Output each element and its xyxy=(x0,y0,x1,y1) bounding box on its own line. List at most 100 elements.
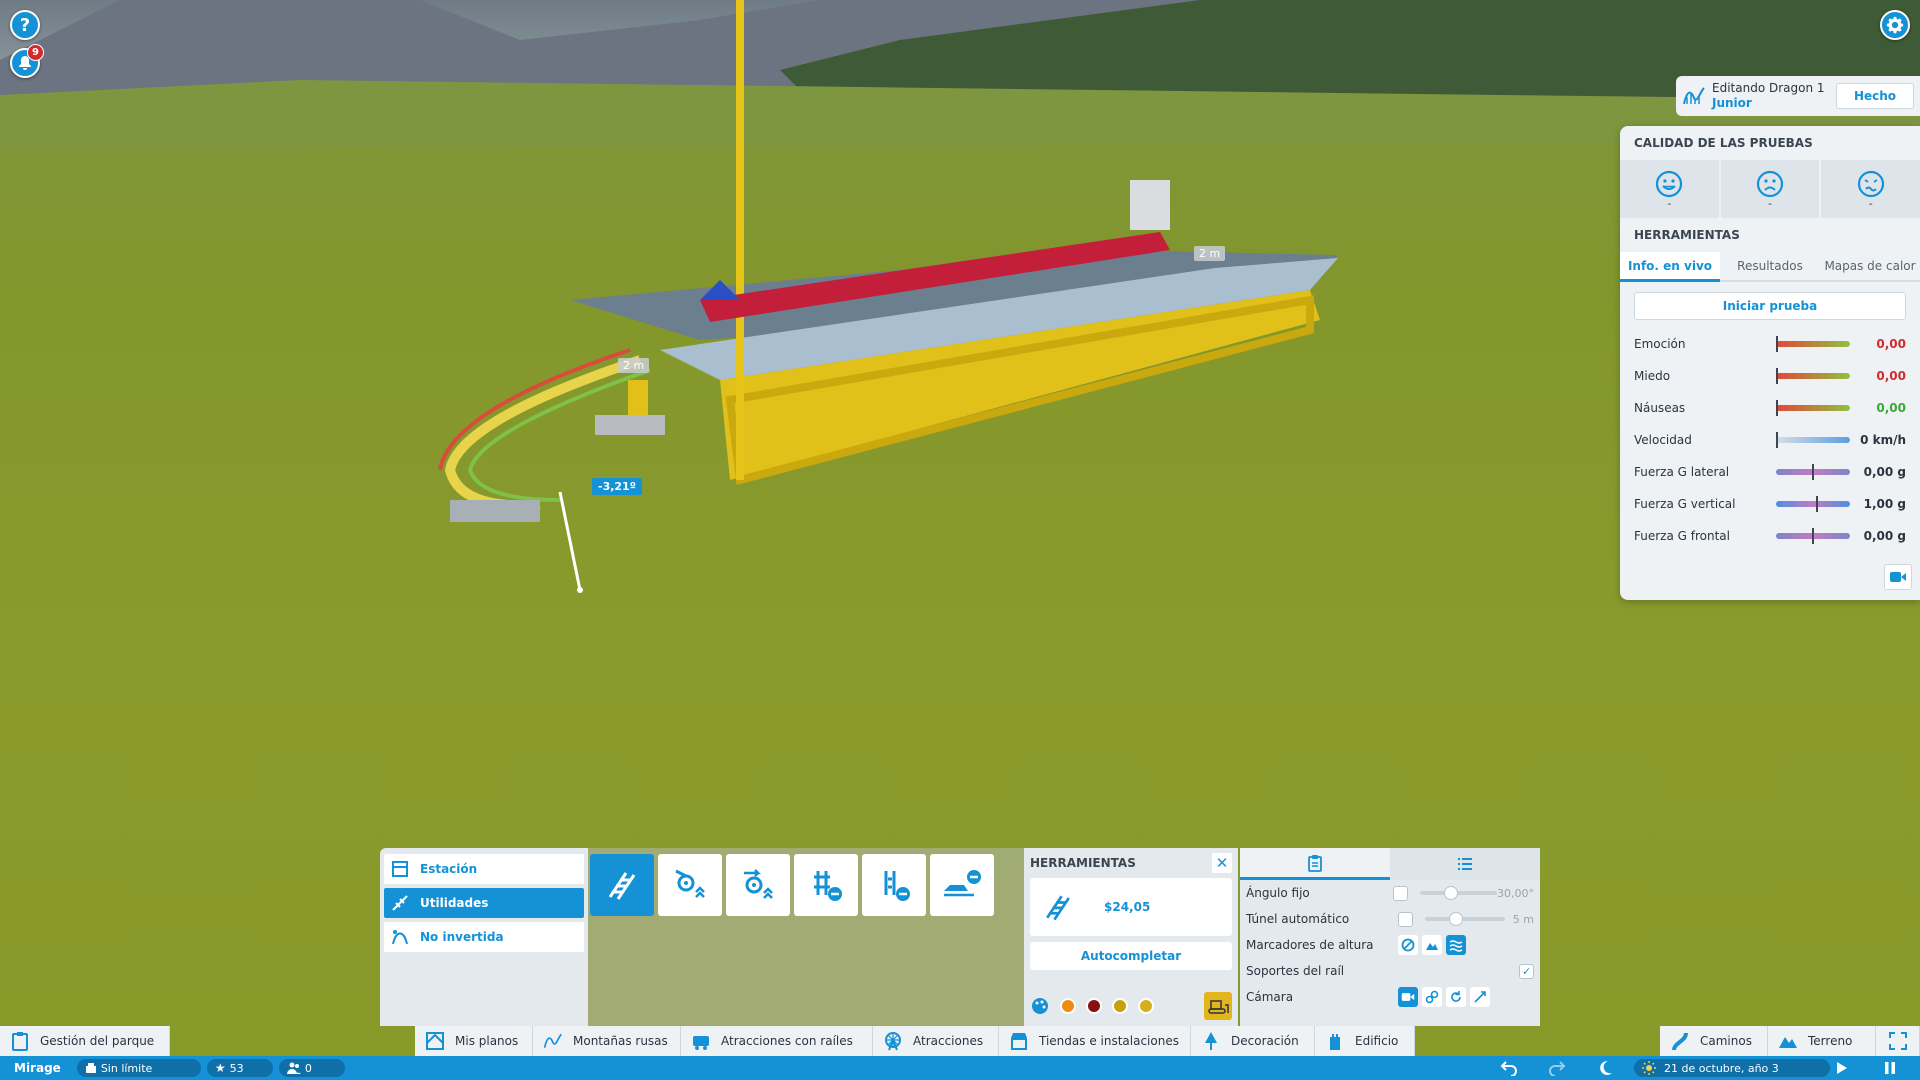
redo-icon[interactable] xyxy=(1548,1060,1566,1076)
shops-facilities-button[interactable]: Tiendas e instalaciones xyxy=(999,1026,1191,1056)
height-markers-terrain-button[interactable] xyxy=(1422,935,1442,955)
non-inverted-icon xyxy=(392,930,408,945)
stat-label: Emoción xyxy=(1634,337,1686,351)
fixed-angle-checkbox[interactable] xyxy=(1393,885,1408,901)
park-rating-pill[interactable]: ★ 53 xyxy=(206,1059,273,1077)
height-markers-water-button[interactable] xyxy=(1446,935,1466,955)
height-markers-off-button[interactable] xyxy=(1398,935,1418,955)
my-blueprints-button[interactable]: Mis planos xyxy=(415,1026,533,1056)
building-button[interactable]: Edificio xyxy=(1315,1026,1415,1056)
selected-piece-card[interactable]: $24,05 xyxy=(1030,878,1232,936)
stat-bar xyxy=(1776,400,1850,416)
tab-list[interactable] xyxy=(1390,848,1540,880)
close-tools-button[interactable]: ✕ xyxy=(1212,853,1232,873)
tab-clipboard[interactable] xyxy=(1240,848,1390,880)
option-height-markers: Marcadores de altura xyxy=(1240,932,1540,958)
guest-count-value: 0 xyxy=(304,1061,312,1075)
fixed-angle-slider[interactable] xyxy=(1419,886,1497,900)
tools-panel-title: HERRAMIENTAS xyxy=(1030,856,1136,870)
terrain-button[interactable]: Terreno xyxy=(1768,1026,1876,1056)
paths-button[interactable]: Caminos xyxy=(1660,1026,1768,1056)
distance-label: 2 m xyxy=(1194,246,1226,261)
autocomplete-button[interactable]: Autocompletar xyxy=(1030,942,1232,970)
gear-icon xyxy=(1886,16,1904,34)
track-rides-button[interactable]: Atracciones con raíles xyxy=(681,1026,873,1056)
settings-button[interactable] xyxy=(1880,10,1910,40)
decoration-button[interactable]: Decoración xyxy=(1191,1026,1315,1056)
option-value: 5 m xyxy=(1512,912,1534,926)
tab-results[interactable]: Resultados xyxy=(1720,252,1820,280)
tab-heatmaps[interactable]: Mapas de calor xyxy=(1820,252,1920,280)
live-stats-list: Emoción 0,00 Miedo 0,00 Náuseas 0,00 Veloci… xyxy=(1620,328,1920,552)
distance-label: 2 m xyxy=(618,358,650,373)
tools-section-title: HERRAMIENTAS xyxy=(1634,228,1740,242)
stat-marker xyxy=(1812,528,1814,544)
auto-tunnel-slider[interactable] xyxy=(1425,912,1505,926)
piece-price: $24,05 xyxy=(1104,900,1151,914)
camera-video-button[interactable] xyxy=(1398,987,1418,1007)
money-pill[interactable]: Sin límite xyxy=(76,1059,201,1077)
piece-booster-button[interactable] xyxy=(726,854,790,916)
color-swatch-2[interactable] xyxy=(1086,998,1102,1014)
palette-icon[interactable] xyxy=(1030,996,1050,1016)
guest-count-pill[interactable]: 0 xyxy=(278,1059,345,1077)
pause-icon[interactable] xyxy=(1884,1061,1896,1075)
piece-brake-remove-button[interactable] xyxy=(862,854,926,916)
piece-lift-hill-button[interactable] xyxy=(658,854,722,916)
category-non-inverted[interactable]: No invertida xyxy=(384,922,584,952)
shop-icon xyxy=(1011,1033,1027,1050)
undo-icon[interactable] xyxy=(1500,1060,1518,1076)
camera-link-button[interactable] xyxy=(1422,987,1442,1007)
camera-rotate-button[interactable] xyxy=(1446,987,1466,1007)
play-icon[interactable] xyxy=(1836,1061,1848,1075)
auto-tunnel-checkbox[interactable] xyxy=(1398,911,1413,927)
stat-marker xyxy=(1776,400,1778,416)
toolbar-label: Montañas rusas xyxy=(573,1034,668,1048)
color-swatch-4[interactable] xyxy=(1138,998,1154,1014)
option-value: 30,00° xyxy=(1497,886,1534,900)
stat-row: Emoción 0,00 xyxy=(1620,328,1920,360)
stat-bar xyxy=(1776,368,1850,384)
help-button[interactable]: ? xyxy=(10,10,40,40)
link-icon xyxy=(1425,990,1439,1004)
path-icon xyxy=(1672,1032,1688,1051)
day-night-icon[interactable] xyxy=(1596,1059,1614,1077)
blueprint-icon xyxy=(426,1032,444,1050)
track-piece-panel xyxy=(588,848,1024,1026)
notifications-button[interactable]: 9 xyxy=(10,44,44,78)
water-icon xyxy=(1449,940,1463,952)
brake-remove-icon xyxy=(884,871,910,901)
stat-value: 0,00 g xyxy=(1863,529,1906,543)
date-pill[interactable]: 21 de octubre, año 3 xyxy=(1634,1059,1830,1077)
slider-knob[interactable] xyxy=(1449,912,1463,926)
done-button[interactable]: Hecho xyxy=(1836,83,1914,109)
piece-block-brake-remove-button[interactable] xyxy=(794,854,858,916)
start-test-button[interactable]: Iniciar prueba xyxy=(1634,292,1906,320)
bulldozer-button[interactable] xyxy=(1204,992,1232,1020)
screenshot-mode-button[interactable] xyxy=(1876,1026,1920,1056)
scared-face-icon xyxy=(1756,170,1784,198)
camera-follow-button[interactable] xyxy=(1470,987,1490,1007)
stat-value: 0,00 g xyxy=(1863,465,1906,479)
tower-icon xyxy=(1330,1034,1340,1050)
piece-track-button[interactable] xyxy=(590,854,654,916)
category-station[interactable]: Estación xyxy=(384,854,584,884)
video-camera-icon xyxy=(1401,993,1415,1001)
ride-camera-button[interactable] xyxy=(1884,564,1912,590)
color-swatch-1[interactable] xyxy=(1060,998,1076,1014)
stat-marker xyxy=(1776,368,1778,384)
rides-button[interactable]: Atracciones xyxy=(873,1026,999,1056)
track-supports-checkbox[interactable]: ✓ xyxy=(1519,963,1534,979)
editing-ride-header: Editando Dragon 1 Junior Hecho xyxy=(1676,76,1920,116)
category-utilities[interactable]: Utilidades xyxy=(384,888,584,918)
stat-bar xyxy=(1776,496,1850,512)
tab-live-info[interactable]: Info. en vivo xyxy=(1620,252,1720,282)
park-name[interactable]: Mirage xyxy=(14,1061,61,1075)
stat-row: Velocidad 0 km/h xyxy=(1620,424,1920,456)
park-management-button[interactable]: Gestión del parque xyxy=(0,1026,170,1056)
option-camera: Cámara xyxy=(1240,984,1540,1010)
slider-knob[interactable] xyxy=(1443,886,1458,900)
roller-coasters-button[interactable]: Montañas rusas xyxy=(533,1026,681,1056)
color-swatch-3[interactable] xyxy=(1112,998,1128,1014)
piece-station-remove-button[interactable] xyxy=(930,854,994,916)
